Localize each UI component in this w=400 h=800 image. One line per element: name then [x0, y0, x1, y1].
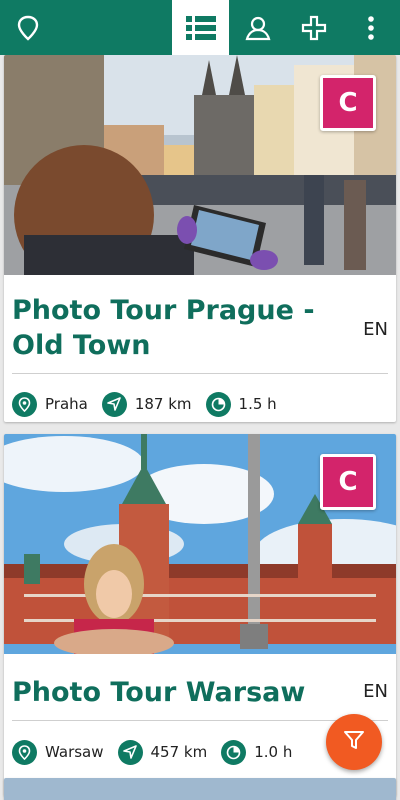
category-badge: C — [320, 454, 376, 510]
location-stat: Warsaw — [12, 739, 104, 765]
location-stat: Praha — [12, 391, 88, 417]
distance-stat: 457 km — [117, 739, 208, 765]
map-button[interactable] — [0, 0, 56, 55]
timer-icon — [221, 739, 247, 765]
navigation-arrow-icon — [101, 391, 127, 417]
timer-icon — [205, 391, 231, 417]
more-vertical-icon — [367, 15, 375, 41]
location-icon — [12, 391, 37, 417]
tour-card[interactable]: C Photo Tour Prague - Old Town EN Praha … — [4, 55, 396, 422]
list-icon — [185, 15, 217, 41]
duration-value: 1.5 h — [238, 395, 277, 413]
duration-stat: 1.5 h — [205, 391, 277, 417]
tour-title: Photo Tour Prague - Old Town — [12, 295, 315, 361]
duration-value: 1.0 h — [254, 743, 293, 761]
map-pin-icon — [16, 15, 40, 41]
location-icon — [12, 739, 37, 765]
filter-button[interactable] — [326, 714, 382, 770]
navigation-arrow-icon — [117, 739, 143, 765]
add-button[interactable] — [290, 0, 338, 55]
tour-list: C Photo Tour Prague - Old Town EN Praha … — [0, 55, 400, 800]
filter-icon — [342, 728, 366, 757]
tour-photo — [4, 778, 396, 800]
tour-title: Photo Tour Warsaw — [12, 677, 306, 708]
distance-value: 187 km — [134, 395, 192, 413]
list-tab[interactable] — [172, 0, 229, 55]
category-badge: C — [320, 75, 376, 131]
profile-button[interactable] — [233, 0, 283, 55]
location-value: Praha — [45, 395, 88, 413]
location-value: Warsaw — [45, 743, 104, 761]
more-options-button[interactable] — [354, 0, 388, 55]
plus-icon — [301, 15, 327, 41]
person-icon — [245, 15, 271, 41]
tour-photo: C — [4, 55, 396, 275]
tour-stats: Praha 187 km 1.5 h — [12, 390, 388, 418]
duration-stat: 1.0 h — [221, 739, 293, 765]
distance-stat: 187 km — [101, 391, 192, 417]
language-label: EN — [363, 319, 388, 340]
divider — [12, 373, 388, 374]
distance-value: 457 km — [150, 743, 208, 761]
language-label: EN — [363, 681, 388, 702]
tour-card[interactable] — [4, 778, 396, 800]
top-app-bar — [0, 0, 400, 55]
tour-photo: C — [4, 434, 396, 654]
divider — [12, 720, 388, 721]
